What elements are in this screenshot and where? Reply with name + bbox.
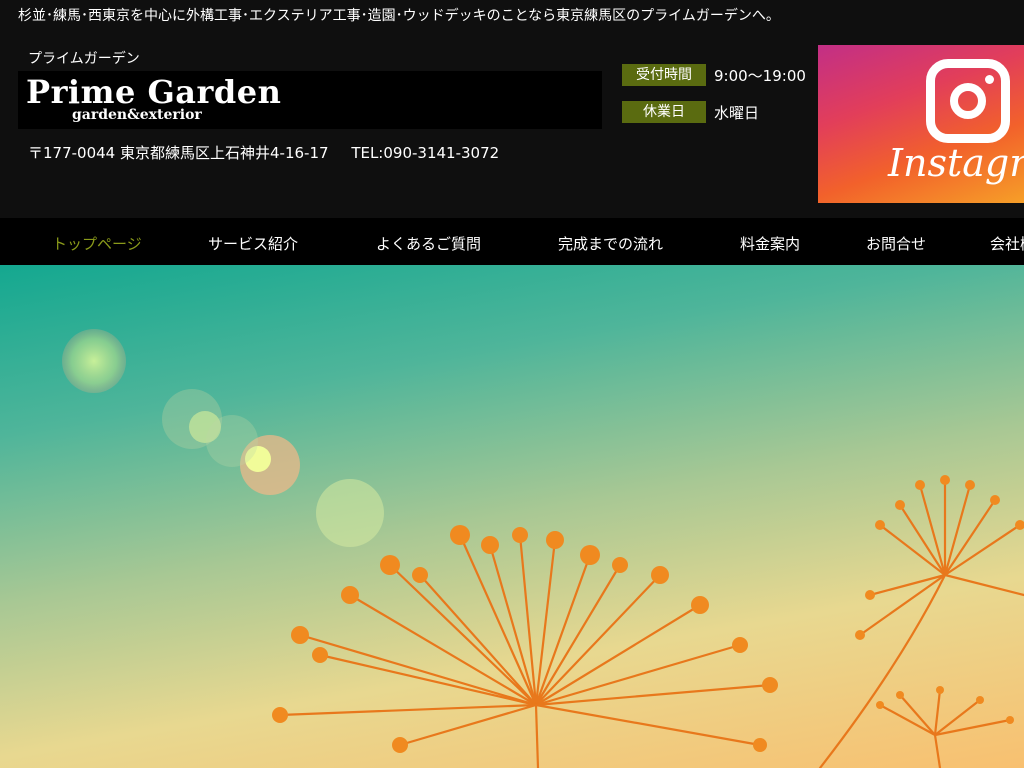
closed-label: 休業日	[622, 101, 706, 123]
closed-value: 水曜日	[714, 103, 760, 122]
global-nav: トップページ サービス紹介 よくあるご質問 完成までの流れ 料金案内 お問合せ …	[0, 218, 1024, 265]
logo-sub-text: garden&exterior	[72, 107, 202, 123]
nav-item-flow[interactable]: 完成までの流れ	[558, 233, 663, 254]
hours-value: 9:00〜19:00	[714, 66, 806, 85]
hero-flower-illustration	[62, 329, 1024, 768]
instagram-banner[interactable]: Instagram	[818, 45, 1024, 203]
address-text: 〒177-0044 東京都練馬区上石神井4-16-17	[28, 144, 329, 162]
instagram-dot	[985, 75, 994, 84]
tel-text[interactable]: TEL:090-3141-3072	[351, 144, 499, 162]
hours-label: 受付時間	[622, 64, 706, 86]
nav-item-top[interactable]: トップページ	[52, 233, 142, 254]
site-tagline: 杉並･練馬･西東京を中心に外構工事･エクステリア工事･造園･ウッドデッキのことな…	[18, 8, 780, 24]
logo-kana: プライムガーデン	[28, 51, 140, 67]
nav-item-pricing[interactable]: 料金案内	[740, 233, 800, 254]
instagram-lens	[950, 83, 986, 119]
closed-day: 休業日 水曜日	[622, 101, 759, 123]
instagram-text: Instagram	[888, 141, 1024, 185]
instagram-icon	[926, 59, 1010, 143]
site-logo[interactable]: Prime Garden garden&exterior	[18, 71, 602, 129]
logo-main-text: Prime Garden	[26, 73, 282, 111]
nav-item-services[interactable]: サービス紹介	[208, 233, 298, 254]
business-hours: 受付時間 9:00〜19:00	[622, 64, 806, 86]
nav-item-company[interactable]: 会社概要	[990, 233, 1024, 254]
nav-item-faq[interactable]: よくあるご質問	[376, 233, 481, 254]
hero-image	[0, 265, 1024, 768]
nav-item-contact[interactable]: お問合せ	[866, 233, 926, 254]
contact-info: 〒177-0044 東京都練馬区上石神井4-16-17 TEL:090-3141…	[28, 142, 517, 163]
site-header: プライムガーデン Prime Garden garden&exterior 〒1…	[0, 30, 1024, 218]
